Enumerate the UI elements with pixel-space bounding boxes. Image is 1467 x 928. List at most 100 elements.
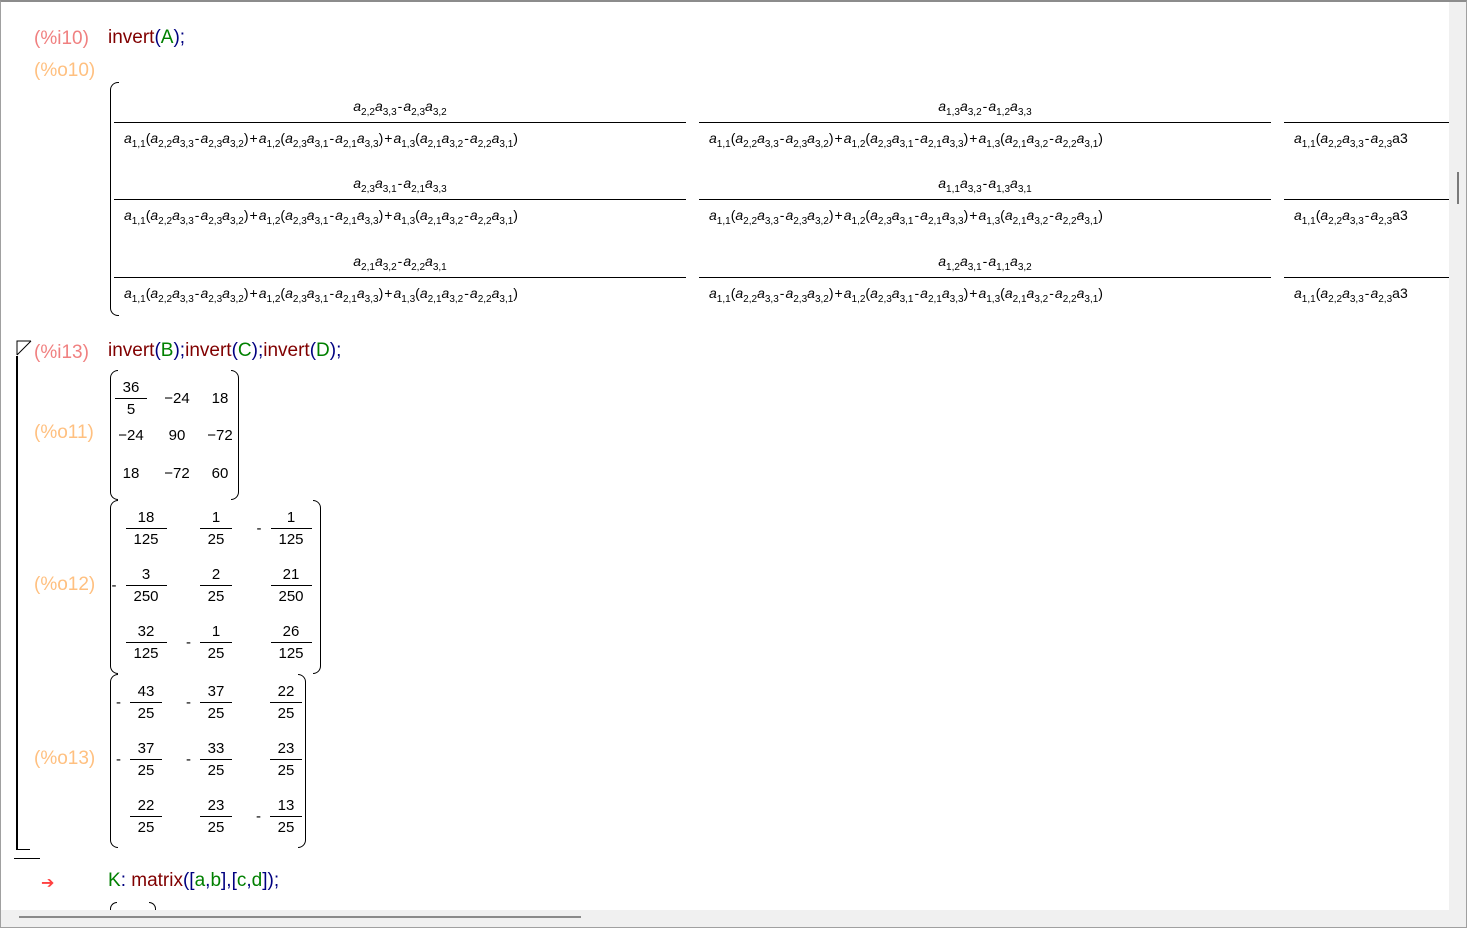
matrix-entry-fraction: 23 25 <box>270 739 302 780</box>
matrix-entry-fraction: 37 25 <box>200 682 232 723</box>
variable-name: d <box>251 870 263 891</box>
matrix-entry-fraction: 2 25 <box>200 565 232 606</box>
matrix-entry-numerator: a1,1a3,3-a1,3a3,1 <box>938 175 1032 195</box>
wxmaxima-worksheet[interactable]: (%i10) invert(A); (%o10) a2,2a3,3-a2,3a3… <box>0 0 1467 928</box>
minus-sign: - <box>111 577 117 594</box>
cell-bracket-bottom <box>16 849 30 850</box>
function-name: invert <box>108 340 155 361</box>
variable-name: B <box>160 340 174 361</box>
matrix-entry-numerator: a2,3a3,1-a2,1a3,3 <box>353 175 447 195</box>
minus-sign: - <box>256 808 261 825</box>
matrix-entry: −72 <box>164 465 190 482</box>
function-name: invert <box>108 27 155 48</box>
close-statement: ); <box>173 27 186 48</box>
horizontal-scroll-thumb[interactable] <box>19 916 581 918</box>
vertical-scroll-thumb[interactable] <box>1457 172 1459 204</box>
matrix-entry-denominator: a1,1(a2,2a3,3-a2,3a3 <box>1294 130 1408 150</box>
bracket-sep: ],[ <box>221 870 237 891</box>
variable-name: a <box>194 870 206 891</box>
variable-name: K <box>108 870 121 891</box>
matrix-entry-fraction: 13 25 <box>270 796 302 837</box>
minus-sign: - <box>116 694 121 711</box>
matrix-entry-fraction: 37 25 <box>130 739 162 780</box>
close-statement: ); <box>329 340 342 361</box>
matrix-entry-fraction: 1 25 <box>200 508 232 549</box>
fraction-bar <box>1284 122 1449 123</box>
cell-separator <box>14 858 40 859</box>
cell-fold-triangle[interactable] <box>16 340 32 356</box>
matrix-entry-fraction: 23 25 <box>200 796 232 837</box>
matrix-entry-denominator: a1,1(a2,2a3,3-a2,3a3,2)+a1,2(a2,3a3,1-a2… <box>709 130 1103 150</box>
function-name: invert <box>185 340 232 361</box>
matrix-entry: 18 <box>122 465 140 482</box>
output-label: (%o11) <box>34 422 94 443</box>
variable-name: A <box>160 27 174 48</box>
fraction-bar <box>114 199 686 200</box>
fraction-bar <box>699 277 1271 278</box>
matrix-entry-numerator: a1,2a3,1-a1,1a3,2 <box>938 253 1032 273</box>
matrix-entry: 60 <box>211 465 229 482</box>
fraction-bar <box>1284 277 1449 278</box>
scrollbar-corner <box>1449 910 1466 927</box>
function-name: invert <box>263 340 310 361</box>
matrix-entry-denominator: a1,1(a2,2a3,3-a2,3a3,2)+a1,2(a2,3a3,1-a2… <box>124 285 518 305</box>
matrix-entry-fraction: 21 250 <box>270 565 312 606</box>
close-statement: ); <box>173 340 186 361</box>
fraction-bar <box>699 122 1271 123</box>
minus-sign: - <box>116 751 121 768</box>
matrix-entry: 90 <box>168 427 186 444</box>
variable-name: D <box>316 340 330 361</box>
fraction-bar <box>699 199 1271 200</box>
output-label: (%o13) <box>34 748 96 769</box>
input-label-i10: (%i10) <box>34 28 89 49</box>
function-name: matrix <box>131 870 183 891</box>
matrix-right-paren <box>313 500 321 674</box>
matrix-entry-denominator: a1,1(a2,2a3,3-a2,3a3 <box>1294 207 1408 227</box>
variable-name: c <box>236 870 247 891</box>
output-label-o10: (%o10) <box>34 60 96 81</box>
input-line-k[interactable]: K: matrix([a,b],[c,d]); <box>108 870 279 892</box>
matrix-entry-fraction: 22 25 <box>270 682 302 723</box>
input-line-i13[interactable]: invert(B);invert(C);invert(D); <box>108 340 341 362</box>
horizontal-scrollbar[interactable] <box>1 910 1449 927</box>
variable-name: b <box>210 870 222 891</box>
colon: : <box>120 870 132 891</box>
vertical-scrollbar[interactable] <box>1449 2 1466 910</box>
matrix-entry-fraction: 3 250 <box>125 565 167 606</box>
matrix-entry: −72 <box>207 427 233 444</box>
matrix-entry-fraction: 22 25 <box>130 796 162 837</box>
fraction-bar <box>1284 199 1449 200</box>
matrix-entry-numerator: a2,1a3,2-a2,2a3,1 <box>353 253 447 273</box>
matrix-entry-fraction: 43 25 <box>130 682 162 723</box>
matrix-entry-fraction: 33 25 <box>200 739 232 780</box>
matrix-entry-denominator: a1,1(a2,2a3,3-a2,3a3 <box>1294 285 1408 305</box>
minus-sign: - <box>186 694 191 711</box>
output-label: (%o12) <box>34 574 96 595</box>
variable-name: C <box>237 340 252 361</box>
fraction-bar <box>114 122 686 123</box>
matrix-entry: 18 <box>211 390 229 407</box>
matrix-entry-fraction: 1 25 <box>200 622 232 663</box>
matrix-entry-numerator: a1,3a3,2-a1,2a3,3 <box>938 98 1032 118</box>
matrix-entry-fraction: 18 125 <box>125 508 167 549</box>
input-label-i13: (%i13) <box>34 342 89 363</box>
fraction-bar <box>114 277 686 278</box>
minus-sign: - <box>186 634 191 651</box>
matrix-entry: −24 <box>164 390 190 407</box>
matrix-entry-fraction: 26 125 <box>270 622 312 663</box>
prompt-arrow-icon[interactable]: ➔ <box>41 873 54 893</box>
close-statement: ); <box>251 340 264 361</box>
cell-bracket[interactable] <box>16 356 18 850</box>
input-line-i10[interactable]: invert(A); <box>108 27 185 49</box>
matrix-entry-denominator: a1,1(a2,2a3,3-a2,3a3,2)+a1,2(a2,3a3,1-a2… <box>124 130 518 150</box>
matrix-entry-fraction: 1 125 <box>270 508 312 549</box>
minus-sign: - <box>256 520 262 537</box>
minus-sign: - <box>186 751 191 768</box>
matrix-entry: −24 <box>118 427 144 444</box>
open-bracket: ([ <box>182 870 195 891</box>
matrix-entry-denominator: a1,1(a2,2a3,3-a2,3a3,2)+a1,2(a2,3a3,1-a2… <box>709 285 1103 305</box>
matrix-entry-denominator: a1,1(a2,2a3,3-a2,3a3,2)+a1,2(a2,3a3,1-a2… <box>124 207 518 227</box>
close-statement: ]); <box>262 870 280 891</box>
matrix-entry-fraction: 36 5 <box>115 378 147 419</box>
matrix-entry-denominator: a1,1(a2,2a3,3-a2,3a3,2)+a1,2(a2,3a3,1-a2… <box>709 207 1103 227</box>
